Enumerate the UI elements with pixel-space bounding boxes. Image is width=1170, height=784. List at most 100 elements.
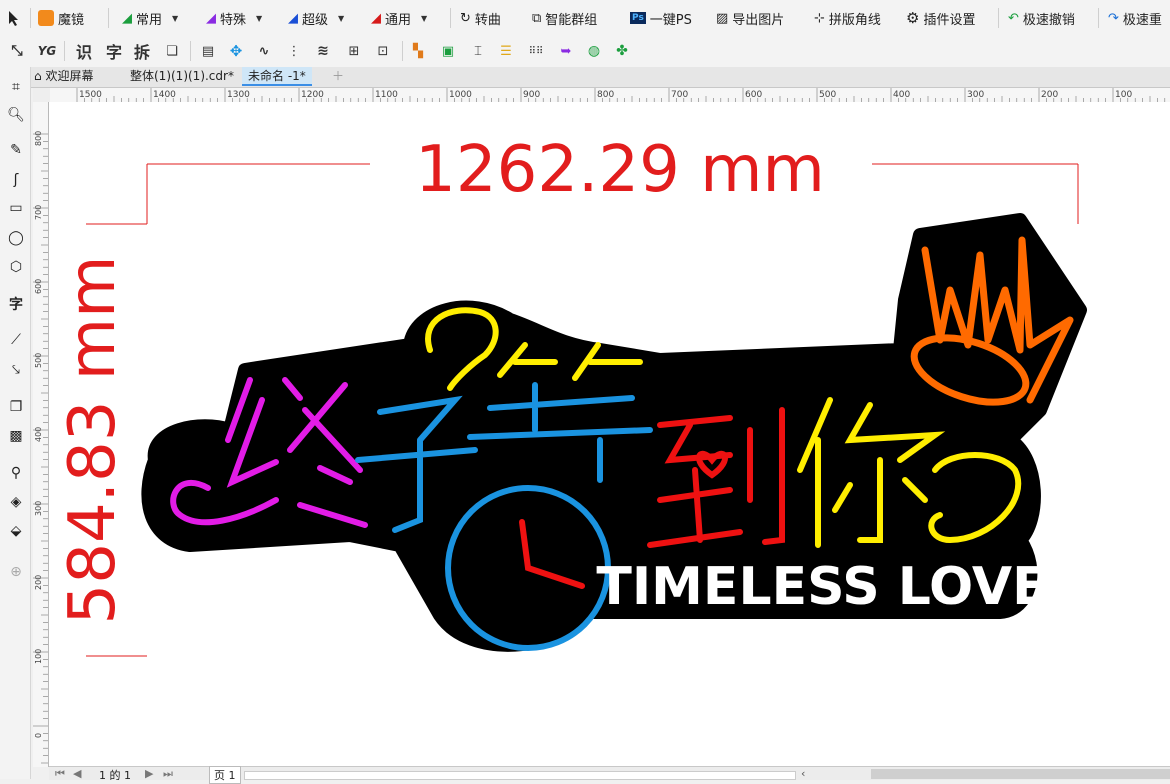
plugin-icon[interactable]: ✤ — [612, 41, 632, 61]
fill-tool-icon[interactable]: ◈ — [6, 492, 26, 512]
rectangle-tool-icon[interactable]: ▭ — [6, 198, 26, 218]
height-dimension[interactable]: 584.83 mm — [56, 223, 147, 657]
ruler-label: 500 — [819, 90, 836, 100]
drawing-canvas[interactable]: 1262.29 mm 584.83 mm TIMELESS LOVE — [49, 102, 1170, 767]
ruler-label: 400 — [34, 427, 43, 442]
undo-icon: ↶ — [1008, 10, 1019, 26]
home-icon: ⌂ — [34, 69, 42, 83]
group-icon: ⧉ — [532, 10, 542, 26]
crop-mark-button[interactable]: ⊹ 拼版角线 — [814, 8, 881, 28]
next-page-icon[interactable]: ▶ — [145, 767, 153, 780]
fast-redo-button[interactable]: ↷ 极速重 — [1108, 8, 1162, 28]
tab-welcome[interactable]: ⌂ 欢迎屏幕 — [28, 67, 99, 86]
gear-icon: ⚙ — [906, 9, 920, 27]
ruler-label: 300 — [967, 90, 984, 100]
brush-icon: ◢ — [206, 10, 216, 26]
tab-document-1[interactable]: 整体(1)(1)(1).cdr* — [124, 67, 240, 86]
copy-icon[interactable]: ❏ — [162, 41, 182, 61]
ruler-label: 0 — [34, 733, 43, 738]
text-frame-icon[interactable]: ⌶ — [468, 41, 488, 61]
ruler-ticks: 1500 1400 1300 1200 1100 1000 900 800 700 600 500 4… — [76, 88, 1166, 102]
button-label: 极速撤销 — [1022, 12, 1075, 28]
line-tool-icon[interactable]: ⟋ — [6, 330, 26, 350]
select-arrow-icon[interactable] — [6, 8, 22, 28]
ruler-label: 1000 — [449, 90, 472, 100]
list-icon[interactable]: ☰ — [496, 41, 516, 61]
page-tab[interactable]: 页 1 — [209, 766, 241, 784]
align-icon[interactable]: ⋮ — [284, 41, 304, 61]
wave-icon[interactable]: ∿ — [254, 41, 274, 61]
smart-fill-tool-icon[interactable]: ⬙ — [6, 521, 26, 541]
secondary-toolbar: ⤡ YG 识 字 拆 ❏ ▤ ✥ ∿ ⋮ ≋ ⊞ ⊡ ▚ ▣ ⌶ ☰ ⠿⠿ ➥ … — [0, 36, 1170, 68]
table-icon[interactable]: ▤ — [198, 41, 218, 61]
text-tool-shi[interactable]: 识 — [74, 41, 94, 62]
scroll-left-icon[interactable]: ‹ — [801, 767, 805, 780]
sphere-icon[interactable]: ◍ — [584, 41, 604, 61]
ruler-corner[interactable] — [33, 88, 51, 103]
export-image-button[interactable]: ▨ 导出图片 — [716, 8, 784, 28]
add-tab-button[interactable]: ＋ — [326, 67, 350, 86]
menu-tongyong[interactable]: ◢ 通用 ▼ — [371, 8, 427, 28]
menu-teshu[interactable]: ◢ 特殊 ▼ — [206, 8, 262, 28]
smart-group-button[interactable]: ⧉ 智能群组 — [532, 8, 597, 28]
connector-tool-icon[interactable]: ⤥ — [6, 360, 26, 380]
ruler-label: 200 — [34, 575, 43, 590]
ruler-label: 600 — [34, 279, 43, 294]
menu-chaoji[interactable]: ◢ 超级 ▼ — [288, 8, 344, 28]
curve-convert-icon: ↻ — [460, 10, 471, 26]
divider — [190, 41, 191, 61]
transparency-tool-icon[interactable]: ▩ — [6, 426, 26, 446]
fast-undo-button[interactable]: ↶ 极速撤销 — [1008, 8, 1075, 28]
forward-icon[interactable]: ➥ — [556, 41, 576, 61]
grid-dots-icon[interactable]: ⠿⠿ — [526, 41, 546, 61]
scrollbar-thumb[interactable] — [871, 769, 1170, 779]
yg-icon[interactable]: YG — [36, 41, 58, 61]
ruler-label: 100 — [34, 649, 43, 664]
freehand-tool-icon[interactable]: ✎ — [6, 140, 26, 160]
text-tool-zi[interactable]: 字 — [104, 41, 124, 62]
button-label: 一键PS — [649, 12, 692, 28]
text-tool-chai[interactable]: 拆 — [132, 41, 152, 62]
one-click-ps-button[interactable]: Ps 一键PS — [630, 8, 692, 28]
zoom-tool-icon[interactable]: 🔍︎ — [6, 105, 26, 125]
horizontal-ruler[interactable]: 1500 1400 1300 1200 1100 1000 900 800 700 600 500 4… — [50, 88, 1170, 103]
vertical-ruler[interactable]: 800 700 600 500 400 300 200 100 0 — [33, 102, 49, 767]
eyedropper-tool-icon[interactable]: ⚲ — [6, 463, 26, 483]
brush-icon: ◢ — [371, 10, 381, 26]
plugin-settings-button[interactable]: ⚙ 插件设置 — [906, 8, 975, 28]
chevron-down-icon: ▼ — [172, 13, 179, 23]
ellipse-tool-icon[interactable]: ◯ — [6, 228, 26, 248]
pattern-icon[interactable]: ✥ — [226, 41, 246, 61]
crop-mark-icon: ⊹ — [814, 10, 825, 26]
menu-label: 通用 — [385, 12, 412, 28]
node-edit-icon[interactable]: ⤡ — [6, 41, 28, 61]
page-navigator-bar: ⏮ ◀ 1 的 1 ▶ ⏭ 页 1 ‹ — [49, 766, 1170, 784]
brush-icon: ◢ — [122, 10, 132, 26]
prev-page-icon[interactable]: ◀ — [73, 767, 81, 780]
ruler-label: 800 — [34, 131, 43, 146]
width-dimension[interactable]: 1262.29 mm — [146, 133, 1079, 224]
color-swatch-icon[interactable]: ▚ — [408, 41, 428, 61]
divider — [108, 8, 109, 28]
ruler-label: 900 — [523, 90, 540, 100]
text-tool-icon[interactable]: 字 — [6, 294, 26, 314]
arrange-icon[interactable]: ⊞ — [344, 41, 364, 61]
dashes-icon[interactable]: ≋ — [312, 41, 334, 61]
select-group-icon[interactable]: ⊡ — [372, 41, 394, 61]
brand-label: 魔镜 — [58, 12, 85, 28]
crop-tool-icon[interactable]: ⌗ — [6, 77, 26, 97]
convert-curve-button[interactable]: ↻ 转曲 — [460, 8, 501, 28]
tab-document-2[interactable]: 未命名 -1* — [242, 67, 312, 86]
width-dimension-text: 1262.29 mm — [415, 133, 825, 207]
document-tabs: ⌂ 欢迎屏幕 整体(1)(1)(1).cdr* 未命名 -1* ＋ — [28, 67, 1170, 88]
add-tool-icon[interactable]: ⊕ — [6, 562, 26, 582]
ruler-label: 500 — [34, 353, 43, 368]
shadow-tool-icon[interactable]: ❐ — [6, 397, 26, 417]
picture-icon[interactable]: ▣ — [438, 41, 458, 61]
brand-button[interactable]: 魔镜 — [38, 8, 84, 28]
menu-changyong[interactable]: ◢ 常用 ▼ — [122, 8, 178, 28]
top-toolbar: 魔镜 ◢ 常用 ▼ ◢ 特殊 ▼ ◢ 超级 ▼ ◢ 通用 ▼ ↻ 转曲 ⧉ 智能… — [0, 0, 1170, 37]
bezier-tool-icon[interactable]: ʃ — [6, 170, 26, 190]
polygon-tool-icon[interactable]: ⬡ — [6, 257, 26, 277]
image-export-icon: ▨ — [716, 10, 729, 26]
